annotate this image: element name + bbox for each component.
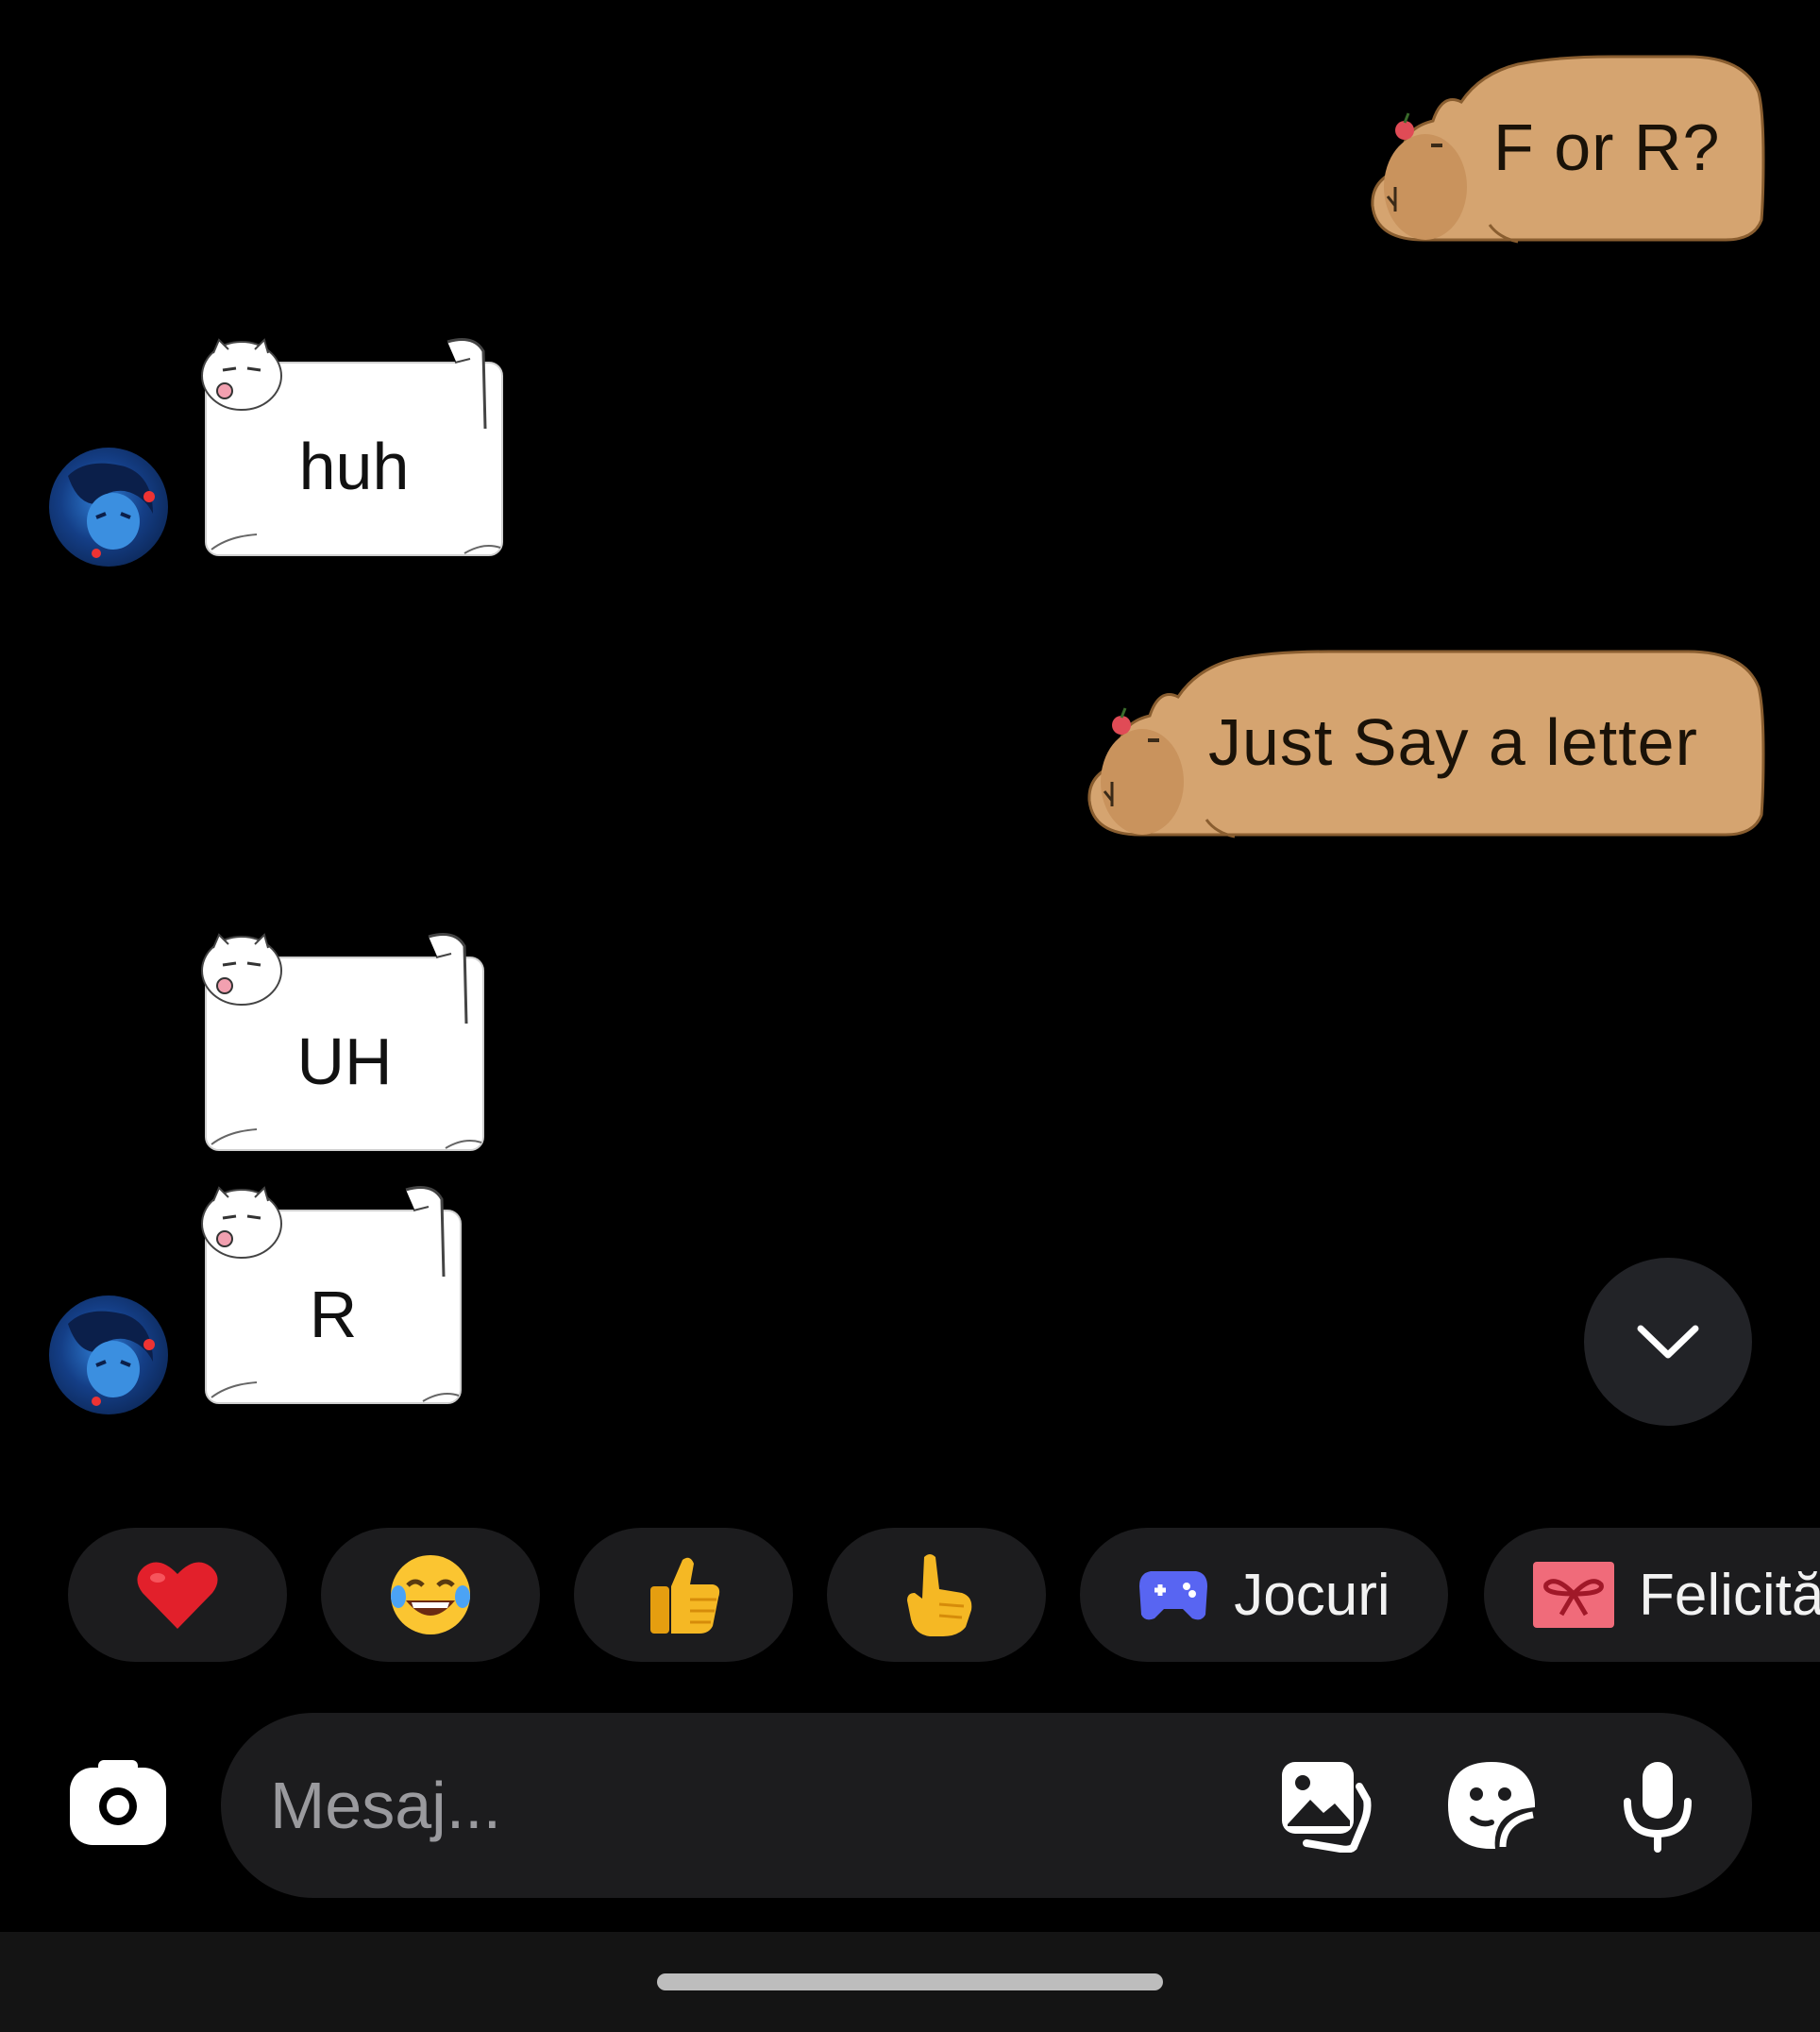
gamepad-icon <box>1139 1571 1208 1620</box>
sticker-button[interactable] <box>1444 1758 1539 1853</box>
laughing-face-icon <box>391 1555 470 1634</box>
message-text: Just Say a letter <box>1208 705 1698 779</box>
gallery-button[interactable] <box>1278 1758 1373 1854</box>
message-bubble-received[interactable]: huh <box>200 334 508 561</box>
message-text: huh <box>298 430 410 503</box>
sticker-icon <box>1448 1762 1535 1849</box>
message-bubble-received[interactable]: R <box>200 1182 466 1409</box>
chip-label: Jocuri <box>1234 1562 1390 1628</box>
quick-replies-bar: Jocuri Felicită <box>68 1528 1820 1662</box>
quick-reply-laughing[interactable] <box>321 1528 540 1662</box>
quick-reply-games[interactable]: Jocuri <box>1080 1528 1448 1662</box>
gallery-icon <box>1282 1762 1372 1854</box>
thumbs-up-icon <box>650 1557 720 1634</box>
microphone-button[interactable] <box>1610 1758 1705 1853</box>
message-text: F or R? <box>1493 110 1721 184</box>
avatar-image <box>68 1311 155 1406</box>
quick-reply-thumbs-up[interactable] <box>574 1528 793 1662</box>
camera-icon <box>70 1760 166 1845</box>
scroll-to-bottom-button[interactable] <box>1584 1258 1752 1426</box>
gift-ribbon-icon <box>1533 1562 1614 1628</box>
pointing-hand-icon <box>907 1554 972 1636</box>
message-bubble-sent[interactable]: F or R? <box>1367 55 1769 244</box>
quick-reply-pointing-hand[interactable] <box>827 1528 1046 1662</box>
avatar-image <box>68 463 155 558</box>
message-bubble-sent[interactable]: Just Say a letter <box>1084 650 1769 838</box>
heart-icon <box>137 1562 218 1629</box>
camera-button[interactable] <box>66 1754 170 1858</box>
quick-reply-greetings[interactable]: Felicită <box>1484 1528 1820 1662</box>
message-input[interactable]: Mesaj... <box>270 1713 501 1898</box>
message-text: UH <box>296 1024 393 1098</box>
microphone-icon <box>1624 1762 1692 1853</box>
message-text: R <box>309 1278 358 1351</box>
chip-label: Felicită <box>1639 1562 1820 1628</box>
message-composer[interactable]: Mesaj... <box>221 1713 1752 1898</box>
avatar[interactable] <box>49 1295 168 1414</box>
home-indicator[interactable] <box>657 1973 1163 1990</box>
chevron-down-icon <box>1637 1325 1699 1359</box>
message-bubble-received[interactable]: UH <box>200 929 489 1156</box>
avatar[interactable] <box>49 448 168 567</box>
quick-reply-heart[interactable] <box>68 1528 287 1662</box>
